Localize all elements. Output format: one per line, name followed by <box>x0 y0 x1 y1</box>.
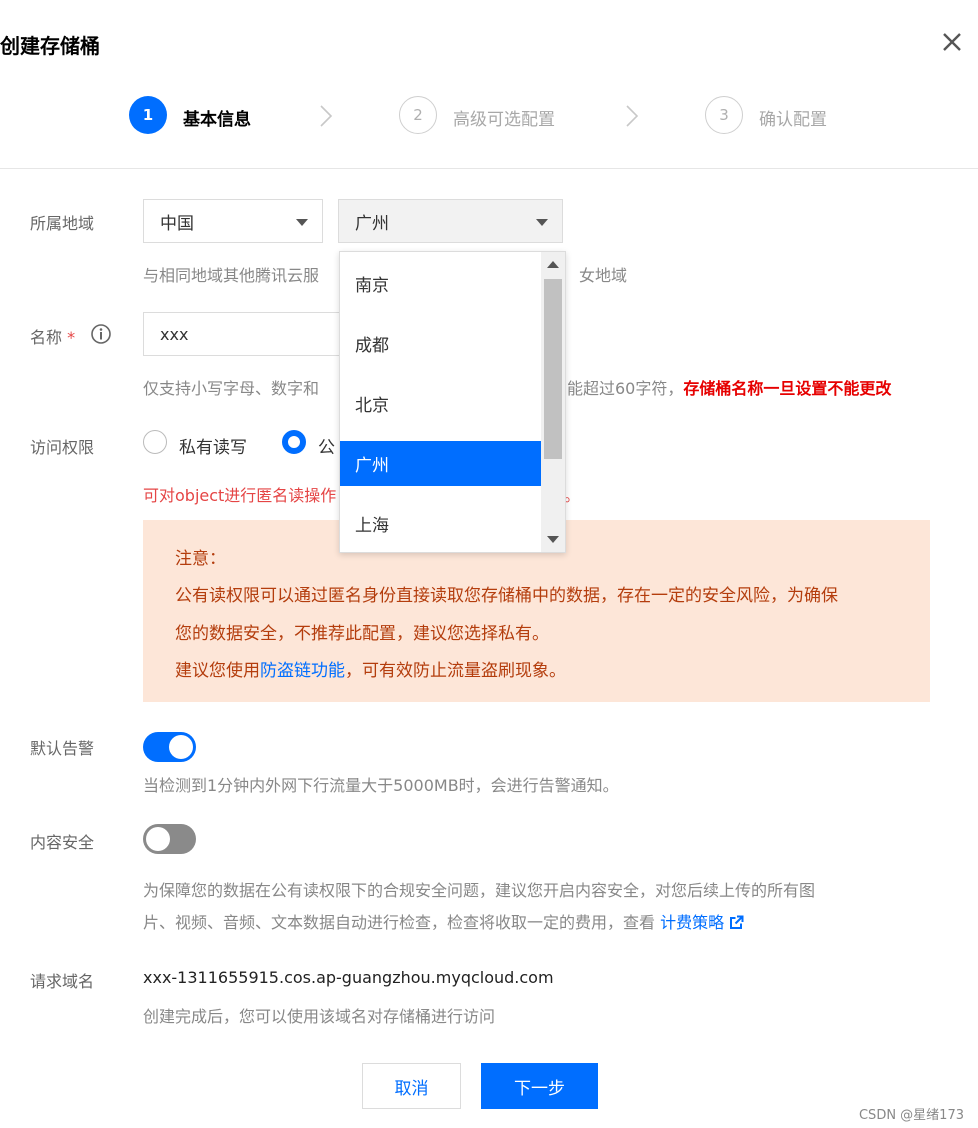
billing-policy-link[interactable]: 计费策略 <box>660 913 724 932</box>
step-1-indicator: 1 <box>129 96 167 134</box>
domain-label: 请求域名 <box>30 972 95 991</box>
name-label-text: 名称 <box>30 328 63 347</box>
country-select[interactable]: 中国 <box>143 199 323 243</box>
toggle-knob <box>169 735 193 759</box>
domain-value: xxx-1311655915.cos.ap-guangzhou.myqcloud… <box>143 968 554 987</box>
name-help-text-tail: 能超过60字符，存储桶名称一旦设置不能更改 <box>567 375 891 399</box>
bucket-name-input[interactable]: xxx <box>143 312 343 356</box>
notice-line-3: 建议您使用防盗链功能，可有效防止流量盗刷现象。 <box>175 656 566 681</box>
content-security-help-line-2: 片、视频、音频、文本数据自动进行检查，检查将收取一定的费用，查看 计费策略 <box>143 909 744 933</box>
city-option-nanjing[interactable]: 南京 <box>340 261 541 306</box>
region-help-text-tail: 女地域 <box>579 266 628 285</box>
name-help-text: 仅支持小写字母、数字和 <box>143 379 320 398</box>
dropdown-scrollbar[interactable] <box>541 252 565 552</box>
header-divider <box>0 168 978 169</box>
step-3-label: 确认配置 <box>759 110 827 130</box>
radio-private-label: 私有读写 <box>179 438 247 458</box>
content-security-label: 内容安全 <box>30 833 95 852</box>
caret-down-icon <box>536 219 548 226</box>
city-select-value: 广州 <box>355 213 389 234</box>
country-select-value: 中国 <box>160 213 194 234</box>
close-icon[interactable] <box>940 30 964 54</box>
next-step-button[interactable]: 下一步 <box>481 1063 598 1109</box>
region-label: 所属地域 <box>30 214 95 233</box>
access-hint-tail: 。 <box>564 486 581 505</box>
name-help-length: 能超过60字符， <box>567 379 684 398</box>
content-security-help-line-2-text: 片、视频、音频、文本数据自动进行检查，检查将收取一定的费用，查看 <box>143 913 656 932</box>
bucket-name-value: xxx <box>160 324 189 344</box>
radio-public-read-label: 公 <box>318 438 335 458</box>
scroll-down-arrow-icon[interactable] <box>547 536 559 543</box>
required-mark: * <box>67 328 76 347</box>
step-3-indicator: 3 <box>705 96 743 134</box>
hotlink-protection-link[interactable]: 防盗链功能 <box>260 661 345 681</box>
watermark: CSDN @星绪173 <box>858 1108 964 1123</box>
step-1-label: 基本信息 <box>183 110 251 130</box>
notice-line-3-prefix: 建议您使用 <box>175 661 260 681</box>
info-icon[interactable] <box>90 323 112 345</box>
radio-public-read[interactable] <box>282 430 306 454</box>
content-security-toggle[interactable] <box>143 824 196 854</box>
content-security-help-line-1: 为保障您的数据在公有读权限下的合规安全问题，建议您开启内容安全，对您后续上传的所… <box>143 881 816 900</box>
cancel-button[interactable]: 取消 <box>362 1063 461 1109</box>
scrollbar-thumb[interactable] <box>544 279 562 459</box>
caret-down-icon <box>296 219 308 226</box>
step-2-indicator: 2 <box>399 96 437 134</box>
notice-title: 注意： <box>175 549 226 569</box>
toggle-knob <box>146 827 170 851</box>
city-dropdown-list[interactable]: 南京 成都 北京 广州 上海 <box>339 251 566 553</box>
radio-private[interactable] <box>143 430 167 454</box>
alarm-label: 默认告警 <box>30 739 95 758</box>
name-warning-text: 存储桶名称一旦设置不能更改 <box>683 379 892 398</box>
notice-line-3-suffix: ，可有效防止流量盗刷现象。 <box>345 661 566 681</box>
city-option-shanghai[interactable]: 上海 <box>340 501 541 546</box>
name-label: 名称 * <box>30 324 75 348</box>
alarm-help-text: 当检测到1分钟内外网下行流量大于5000MB时，会进行告警通知。 <box>143 776 619 795</box>
domain-help-text: 创建完成后，您可以使用该域名对存储桶进行访问 <box>143 1007 496 1026</box>
city-option-chengdu[interactable]: 成都 <box>340 321 541 366</box>
city-option-beijing[interactable]: 北京 <box>340 381 541 426</box>
access-label: 访问权限 <box>30 438 95 457</box>
city-select[interactable]: 广州 <box>338 199 563 243</box>
chevron-right-icon <box>626 105 639 127</box>
notice-line-2: 您的数据安全，不推荐此配置，建议您选择私有。 <box>175 624 549 644</box>
alarm-toggle[interactable] <box>143 732 196 762</box>
stepper: 1 基本信息 2 高级可选配置 3 确认配置 <box>0 96 978 140</box>
step-2-label: 高级可选配置 <box>453 110 555 130</box>
notice-line-1: 公有读权限可以通过匿名身份直接读取您存储桶中的数据，存在一定的安全风险，为确保 <box>175 586 838 606</box>
dialog-title: 创建存储桶 <box>0 34 100 58</box>
chevron-right-icon <box>320 105 333 127</box>
access-hint-text: 可对object进行匿名读操作 <box>143 486 337 505</box>
region-help-text: 与相同地域其他腾讯云服 <box>143 266 320 285</box>
city-option-guangzhou[interactable]: 广州 <box>340 441 541 486</box>
scroll-up-arrow-icon[interactable] <box>547 261 559 268</box>
external-link-icon[interactable] <box>729 915 744 930</box>
